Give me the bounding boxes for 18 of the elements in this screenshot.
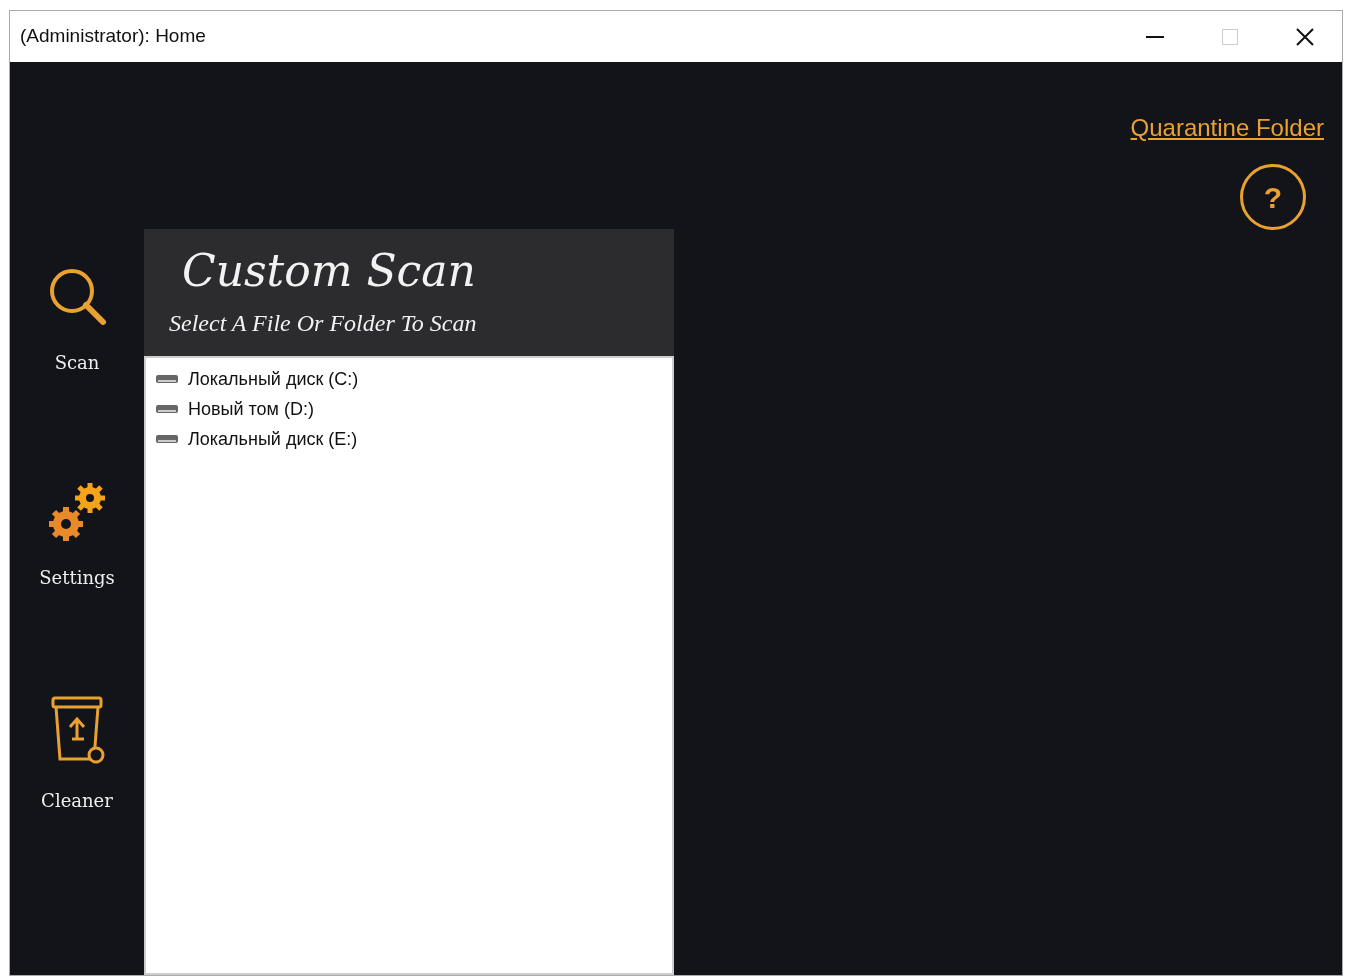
drive-item[interactable]: Новый том (D:) [156, 394, 662, 424]
gears-icon [46, 480, 108, 542]
drive-icon [156, 404, 178, 414]
drive-item[interactable]: Локальный диск (C:) [156, 364, 662, 394]
close-icon [1295, 27, 1314, 46]
drive-item[interactable]: Локальный диск (E:) [156, 424, 662, 454]
window-title: (Administrator): Home [20, 24, 207, 49]
drive-icon [156, 374, 178, 384]
sidebar-item[interactable]: Cleaner [41, 695, 113, 814]
sidebar-item[interactable]: Settings [39, 480, 115, 591]
maximize-icon [1221, 28, 1238, 45]
quarantine-folder-link[interactable]: Quarantine Folder [1130, 110, 1324, 146]
panel-subtitle: Select A File Or Folder To Scan [169, 309, 478, 339]
panel-title: Custom Scan [182, 247, 477, 296]
minimize-icon [1145, 35, 1164, 38]
sidebar-item[interactable]: Scan [46, 265, 108, 376]
help-button[interactable]: ? [1240, 164, 1306, 230]
drive-icon [156, 434, 178, 444]
